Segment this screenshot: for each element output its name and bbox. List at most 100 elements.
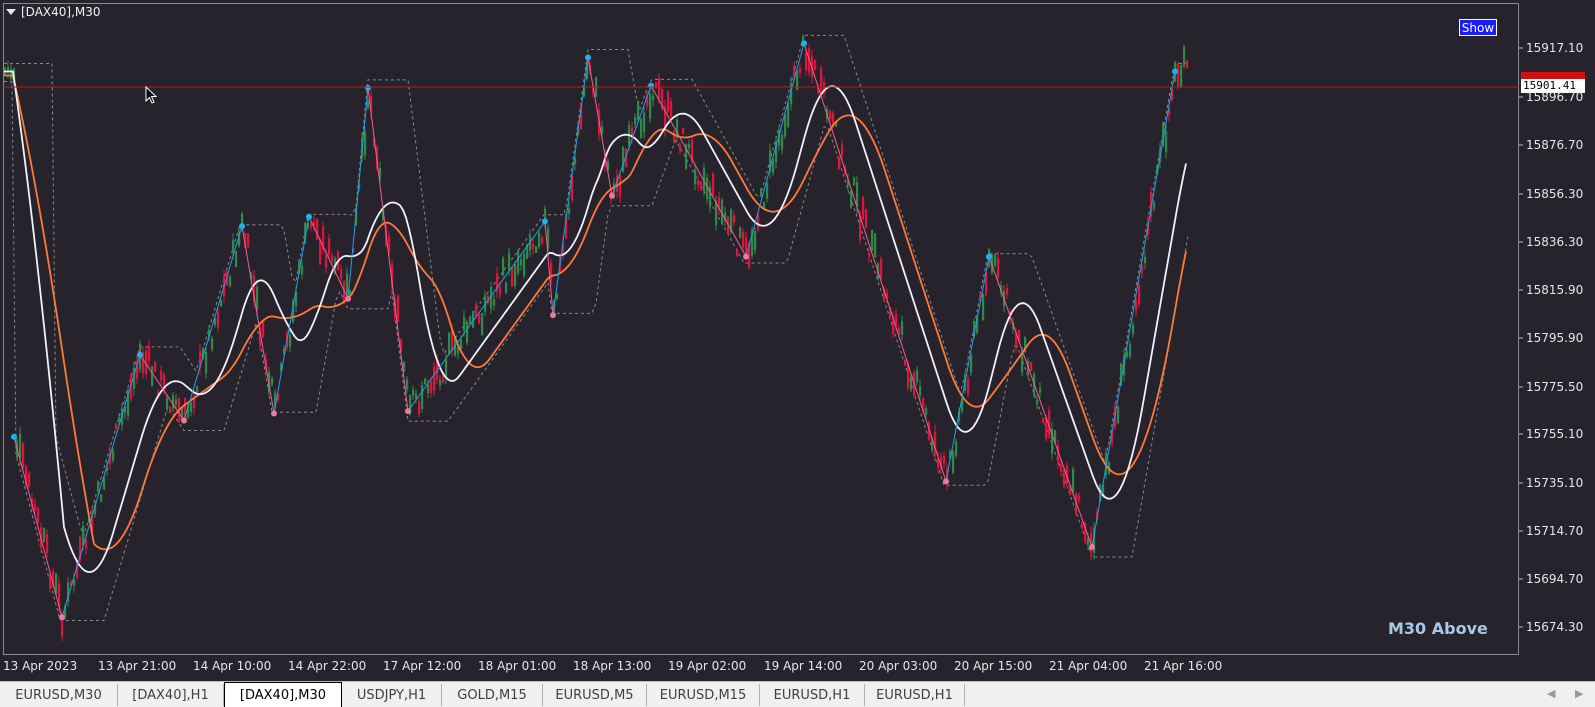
candle-body [367, 101, 370, 109]
candle-body [916, 369, 919, 382]
time-axis-label: 21 Apr 04:00 [1049, 659, 1128, 673]
candle-body [841, 144, 844, 156]
candle-body [1039, 387, 1042, 393]
candle-body [469, 317, 472, 324]
tab-eurusd-m30[interactable]: EURUSD,M30 [0, 684, 118, 706]
candle-body [760, 188, 763, 197]
candle-body [172, 395, 175, 409]
candle-body [874, 233, 877, 258]
candle-body [532, 244, 535, 249]
candle-body [637, 100, 640, 121]
zigzag-segment [273, 216, 310, 414]
candle-body [34, 504, 37, 511]
tab--dax40-m30[interactable]: [DAX40],M30 [224, 682, 342, 707]
candle-body [289, 334, 292, 347]
candle-body [736, 249, 739, 256]
zigzag-pivot-dot [542, 218, 548, 225]
chart-canvas[interactable] [0, 0, 1595, 681]
candle-body [190, 402, 193, 412]
candle-body [148, 346, 151, 361]
zigzag-segment [745, 43, 805, 257]
candle-body [1030, 361, 1033, 371]
candle-body [799, 68, 802, 74]
candle-body [1072, 468, 1075, 492]
candle-body [475, 304, 478, 317]
candle-body [493, 299, 496, 306]
show-button[interactable]: Show [1459, 19, 1497, 36]
chart-title: [DAX40],M30 [21, 5, 101, 19]
candle-body [1138, 284, 1141, 305]
candle-body [481, 313, 484, 336]
candle-body [754, 230, 757, 251]
candle-body [1036, 399, 1039, 405]
price-axis-label: 15775.50 [1526, 380, 1584, 394]
candle-body [22, 443, 25, 469]
candle-body [1117, 406, 1120, 424]
zigzag-pivot-dot [137, 351, 143, 358]
time-axis-label: 17 Apr 12:00 [383, 659, 462, 673]
candle-body [427, 384, 430, 394]
tab-eurusd-m5[interactable]: EURUSD,M5 [543, 684, 647, 706]
tab--dax40-h1[interactable]: [DAX40],H1 [118, 684, 224, 706]
tab-eurusd-h1[interactable]: EURUSD,H1 [760, 684, 865, 706]
fast-moving-average-line [4, 70, 1187, 573]
zigzag-segment [183, 225, 243, 421]
candle-body [1144, 256, 1147, 263]
candle-body [865, 209, 868, 229]
candle-body [478, 314, 481, 324]
zigzag-pivot-dot [345, 295, 351, 302]
tab-scroll-left-icon[interactable]: ◀ [1547, 687, 1555, 700]
candle-body [541, 237, 544, 244]
candle-body [424, 378, 427, 385]
candle-body [538, 232, 541, 247]
candle-body [406, 379, 409, 390]
zigzag-segment [347, 87, 369, 299]
candle-body [853, 177, 856, 185]
candle-body [169, 407, 172, 413]
candle-body [271, 378, 274, 385]
candle-body [439, 379, 442, 386]
candle-body [397, 295, 400, 322]
candle-body [43, 528, 46, 542]
tab-eurusd-h1[interactable]: EURUSD,H1 [865, 684, 965, 706]
zigzag-segment [945, 256, 990, 482]
candle-body [820, 68, 823, 92]
zigzag-segment [552, 57, 589, 316]
zigzag-segment [988, 256, 1093, 548]
candle-body [1060, 464, 1063, 472]
candle-body [232, 240, 235, 252]
candle-body [640, 118, 643, 138]
candle-body [160, 370, 163, 380]
candle-body [460, 340, 463, 349]
candle-body [814, 60, 817, 70]
candle-body [619, 175, 622, 198]
candle-body [1153, 202, 1156, 209]
candle-body [679, 145, 682, 151]
tab-scroll-right-icon[interactable]: ▶ [1575, 687, 1583, 700]
candle-body [499, 286, 502, 295]
candle-body [325, 255, 328, 268]
time-axis-label: 13 Apr 21:00 [98, 659, 177, 673]
candle-body [346, 273, 349, 294]
tab-gold-m15[interactable]: GOLD,M15 [442, 684, 543, 706]
candle-body [205, 352, 208, 374]
candle-body [904, 359, 907, 366]
candle-body [37, 508, 40, 523]
zigzag-pivot-dot [59, 614, 65, 621]
chart-window[interactable]: [DAX40],M30 Show 15901.41 M30 Above 1591… [0, 0, 1595, 681]
candle-body [502, 258, 505, 276]
candle-body [787, 103, 790, 127]
candle-body [670, 101, 673, 118]
price-axis-label: 15815.90 [1526, 283, 1584, 297]
price-axis-label: 15735.10 [1526, 476, 1584, 490]
collapse-triangle-icon[interactable] [6, 9, 16, 15]
price-axis-label: 15755.10 [1526, 427, 1584, 441]
tab-usdjpy-h1[interactable]: USDJPY,H1 [342, 684, 442, 706]
candle-body [943, 456, 946, 464]
candle-body [19, 433, 22, 459]
candle-body [1135, 300, 1138, 312]
time-axis-label: 20 Apr 03:00 [859, 659, 938, 673]
candle-body [997, 258, 1000, 278]
zigzag-pivot-dot [405, 408, 411, 415]
tab-eurusd-m15[interactable]: EURUSD,M15 [647, 684, 760, 706]
